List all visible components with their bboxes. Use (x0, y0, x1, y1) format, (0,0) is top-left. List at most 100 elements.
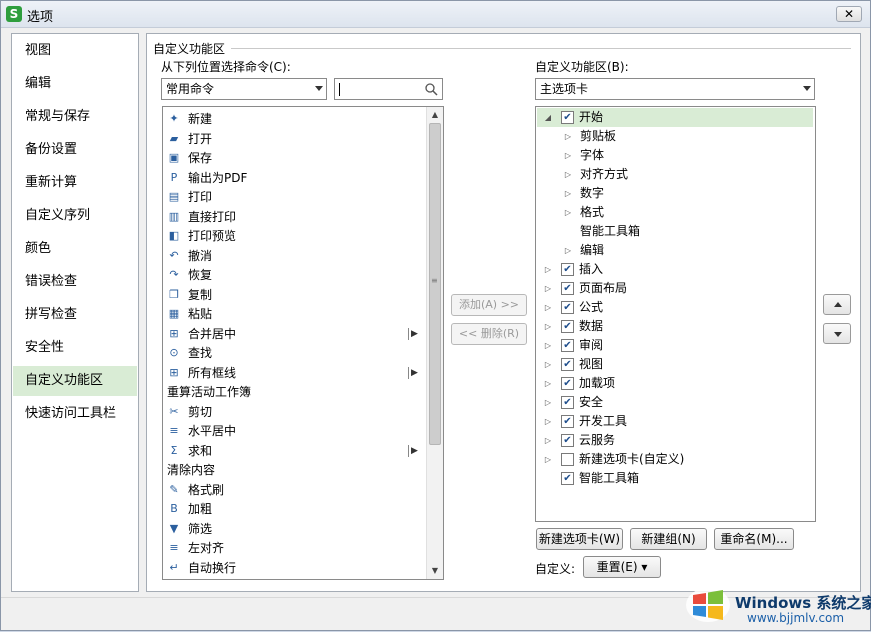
sidebar-item-customize-ribbon[interactable]: 自定义功能区 (13, 366, 137, 396)
sidebar-item-quick-access[interactable]: 快速访问工具栏 (13, 399, 137, 429)
add-button[interactable]: 添加(A) >> (451, 294, 527, 316)
tab-checkbox[interactable]: ✔ (561, 301, 574, 314)
command-item[interactable]: ⊞ 合并居中 ▶ (165, 324, 425, 344)
submenu-arrow-icon[interactable]: ▶ (408, 363, 418, 383)
command-item[interactable]: P 输出为PDF (165, 168, 425, 188)
command-item[interactable]: ↷ 恢复 (165, 265, 425, 285)
command-item[interactable]: ↶ 撤消 (165, 246, 425, 266)
ribbon-tab-node[interactable]: ▷ ✔ 插入 (537, 260, 813, 279)
sidebar-item-recalc[interactable]: 重新计算 (13, 168, 137, 198)
close-button[interactable]: ✕ (836, 6, 862, 22)
tab-checkbox[interactable]: ✔ (561, 339, 574, 352)
sidebar-item-general-save[interactable]: 常规与保存 (13, 102, 137, 132)
sidebar-item-error-check[interactable]: 错误检查 (13, 267, 137, 297)
command-item[interactable]: B 加粗 (165, 499, 425, 519)
ribbon-tab-node[interactable]: ▷ ✔ 云服务 (537, 431, 813, 450)
expand-icon[interactable]: ▷ (563, 184, 573, 203)
ribbon-tab-node[interactable]: ◢ ✔ 开始 (537, 108, 813, 127)
ribbon-group-node[interactable]: ▷ 编辑 (537, 241, 813, 260)
sidebar-item-backup[interactable]: 备份设置 (13, 135, 137, 165)
commands-scrollbar[interactable]: ▲ ≡ ▼ (426, 107, 443, 579)
ribbon-tree[interactable]: ◢ ✔ 开始 ▷ 剪贴板 ▷ 字体 ▷ 对齐方式 ▷ 数字 ▷ 格式 智能工具箱 ▷ 编辑 ▷ ✔ 插入 ▷ ✔ 页面布局… (535, 106, 816, 522)
ribbon-tab-node[interactable]: ▷ ✔ 视图 (537, 355, 813, 374)
command-item[interactable]: Σ 求和 ▶ (165, 441, 425, 461)
tab-checkbox[interactable]: ✔ (561, 282, 574, 295)
command-item[interactable]: ≡ 水平居中 (165, 421, 425, 441)
tab-checkbox[interactable] (561, 453, 574, 466)
command-item[interactable]: 重算活动工作簿 (165, 382, 425, 402)
command-item[interactable]: ▥ 直接打印 (165, 207, 425, 227)
ribbon-tab-node[interactable]: ▷ ✔ 审阅 (537, 336, 813, 355)
move-up-button[interactable] (823, 294, 851, 315)
ribbon-group-node[interactable]: ▷ 字体 (537, 146, 813, 165)
commands-list[interactable]: ✦ 新建 ▰ 打开 ▣ 保存 P 输出为PDF ▤ 打印 ▥ 直接打印 ◧ 打印预览 ↶ 撤消 ↷ 恢复 ❐ 复制 ▦ 粘… (162, 106, 444, 580)
rename-button[interactable]: 重命名(M)... (714, 528, 794, 550)
expand-icon[interactable]: ▷ (543, 279, 553, 298)
ribbon-tab-node[interactable]: ▷ ✔ 开发工具 (537, 412, 813, 431)
ribbon-group-node[interactable]: ▷ 对齐方式 (537, 165, 813, 184)
submenu-arrow-icon[interactable]: ▶ (408, 324, 418, 344)
ribbon-tab-node[interactable]: ▷ ✔ 数据 (537, 317, 813, 336)
tab-checkbox[interactable]: ✔ (561, 434, 574, 447)
tab-checkbox[interactable]: ✔ (561, 472, 574, 485)
scroll-up-icon[interactable]: ▲ (427, 107, 443, 123)
ribbon-tab-node[interactable]: ▷ 新建选项卡(自定义) (537, 450, 813, 469)
expand-icon[interactable]: ▷ (563, 146, 573, 165)
collapse-icon[interactable]: ◢ (543, 108, 553, 127)
expand-icon[interactable]: ▷ (543, 298, 553, 317)
expand-icon[interactable]: ▷ (543, 355, 553, 374)
new-tab-button[interactable]: 新建选项卡(W) (536, 528, 623, 550)
command-item[interactable]: ◧ 打印预览 (165, 226, 425, 246)
move-down-button[interactable] (823, 323, 851, 344)
scroll-down-icon[interactable]: ▼ (427, 563, 443, 579)
ribbon-tab-node[interactable]: ✔ 智能工具箱 (537, 469, 813, 488)
command-item[interactable]: ✦ 新建 (165, 109, 425, 129)
command-item[interactable]: ✂ 剪切 (165, 402, 425, 422)
command-item[interactable]: ▼ 筛选 (165, 519, 425, 539)
ribbon-group-node[interactable]: ▷ 格式 (537, 203, 813, 222)
command-item[interactable]: ⊞ 所有框线 ▶ (165, 363, 425, 383)
expand-icon[interactable]: ▷ (563, 241, 573, 260)
sidebar-item-security[interactable]: 安全性 (13, 333, 137, 363)
command-item[interactable]: 清除内容 (165, 460, 425, 480)
ribbon-tab-node[interactable]: ▷ ✔ 安全 (537, 393, 813, 412)
command-source-select[interactable]: 常用命令 (161, 78, 327, 100)
sidebar-item-colors[interactable]: 颜色 (13, 234, 137, 264)
sidebar-item-edit[interactable]: 编辑 (13, 69, 137, 99)
command-item[interactable]: ↵ 自动换行 (165, 558, 425, 578)
ribbon-tab-node[interactable]: ▷ ✔ 页面布局 (537, 279, 813, 298)
command-item[interactable]: ▤ 打印 (165, 187, 425, 207)
ribbon-group-node[interactable]: ▷ 剪贴板 (537, 127, 813, 146)
submenu-arrow-icon[interactable]: ▶ (408, 441, 418, 461)
command-item[interactable]: ❐ 复制 (165, 285, 425, 305)
ribbon-group-node[interactable]: 智能工具箱 (537, 222, 813, 241)
tab-checkbox[interactable]: ✔ (561, 263, 574, 276)
ribbon-tabs-select[interactable]: 主选项卡 (535, 78, 815, 100)
sidebar-item-view[interactable]: 视图 (13, 36, 137, 66)
tab-checkbox[interactable]: ✔ (561, 415, 574, 428)
ribbon-group-node[interactable]: ▷ 数字 (537, 184, 813, 203)
command-item[interactable]: ✎ 格式刷 (165, 480, 425, 500)
expand-icon[interactable]: ▷ (543, 317, 553, 336)
remove-button[interactable]: << 删除(R) (451, 323, 527, 345)
command-item[interactable]: ▰ 打开 (165, 129, 425, 149)
expand-icon[interactable]: ▷ (543, 431, 553, 450)
command-item[interactable]: ⊙ 查找 (165, 343, 425, 363)
tab-checkbox[interactable]: ✔ (561, 377, 574, 390)
expand-icon[interactable]: ▷ (543, 450, 553, 469)
ribbon-tab-node[interactable]: ▷ ✔ 加载项 (537, 374, 813, 393)
expand-icon[interactable]: ▷ (543, 412, 553, 431)
expand-icon[interactable]: ▷ (543, 374, 553, 393)
ribbon-tab-node[interactable]: ▷ ✔ 公式 (537, 298, 813, 317)
expand-icon[interactable]: ▷ (563, 127, 573, 146)
expand-icon[interactable]: ▷ (563, 203, 573, 222)
expand-icon[interactable]: ▷ (543, 260, 553, 279)
tab-checkbox[interactable]: ✔ (561, 358, 574, 371)
tab-checkbox[interactable]: ✔ (561, 396, 574, 409)
tab-checkbox[interactable]: ✔ (561, 111, 574, 124)
command-item[interactable]: ▣ 保存 (165, 148, 425, 168)
new-group-button[interactable]: 新建组(N) (630, 528, 707, 550)
tab-checkbox[interactable]: ✔ (561, 320, 574, 333)
search-input[interactable] (334, 78, 443, 100)
expand-icon[interactable]: ▷ (563, 165, 573, 184)
